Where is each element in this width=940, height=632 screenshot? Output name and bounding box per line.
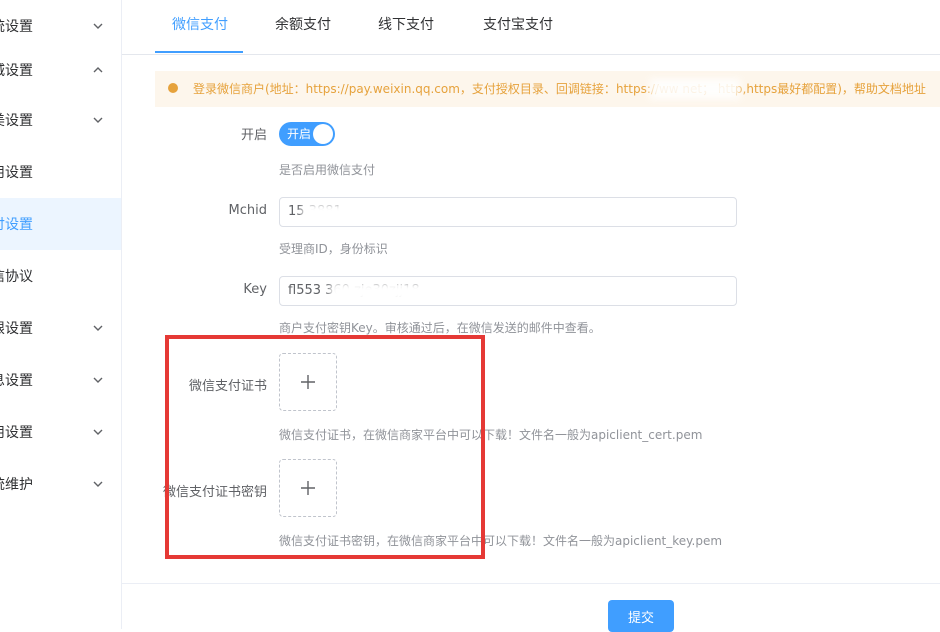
tab-offline-pay[interactable]: 线下支付 bbox=[378, 0, 434, 54]
key-hint: 商户支付密钥Key。审核通过后，在微信发送的邮件中查看。 bbox=[279, 321, 601, 335]
plus-icon bbox=[301, 375, 315, 389]
sidebar-item-maintenance[interactable]: 统维护 bbox=[0, 458, 121, 510]
sidebar-item-agreement[interactable]: 信协议 bbox=[0, 250, 121, 302]
key-label: Key bbox=[243, 282, 267, 297]
form-footer: 提交 bbox=[122, 583, 940, 632]
switch-knob bbox=[313, 124, 333, 144]
chevron-up-icon bbox=[93, 67, 103, 73]
sidebar-item-label: 信协议 bbox=[0, 269, 33, 285]
redacted-region bbox=[302, 204, 356, 222]
enable-switch[interactable]: 开启 bbox=[279, 122, 335, 146]
redacted-region bbox=[330, 283, 440, 301]
sidebar-item-label: 统维护 bbox=[0, 477, 33, 493]
tab-balance-pay[interactable]: 余额支付 bbox=[275, 0, 331, 54]
tab-wechat-pay[interactable]: 微信支付 bbox=[172, 0, 228, 54]
sidebar-item-label: 美设置 bbox=[0, 113, 33, 129]
sidebar: 统设置 城设置 美设置 用设置 付设置 信协议 限设置 息设置 用设置 统维护 bbox=[0, 0, 122, 629]
info-alert: 登录微信商户(地址：https://pay.weixin.qq.com，支付授权… bbox=[155, 71, 940, 107]
cert-key-hint: 微信支付证书密钥，在微信商家平台中可以下载！文件名一般为apiclient_ke… bbox=[279, 534, 723, 548]
chevron-down-icon bbox=[93, 481, 103, 487]
mchid-label: Mchid bbox=[228, 203, 267, 218]
payment-tabs: 微信支付 余额支付 线下支付 支付宝支付 bbox=[122, 0, 940, 55]
sidebar-item-label: 城设置 bbox=[0, 63, 33, 79]
sidebar-item-app[interactable]: 用设置 bbox=[0, 146, 121, 198]
sidebar-item-style[interactable]: 美设置 bbox=[0, 94, 121, 146]
sidebar-item-permission[interactable]: 限设置 bbox=[0, 302, 121, 354]
tab-alipay[interactable]: 支付宝支付 bbox=[483, 0, 553, 54]
mchid-input[interactable]: 15 3881 bbox=[279, 197, 737, 227]
chevron-down-icon bbox=[93, 325, 103, 331]
plus-icon bbox=[301, 481, 315, 495]
main-content: 微信支付 余额支付 线下支付 支付宝支付 登录微信商户(地址：https://p… bbox=[122, 0, 940, 632]
sidebar-item-payment[interactable]: 付设置 bbox=[0, 198, 121, 250]
mchid-hint: 受理商ID，身份标识 bbox=[279, 242, 388, 256]
sidebar-item-label: 限设置 bbox=[0, 321, 33, 337]
redacted-region bbox=[650, 79, 740, 99]
chevron-down-icon bbox=[93, 377, 103, 383]
cert-upload[interactable] bbox=[279, 353, 337, 411]
sidebar-item-message[interactable]: 息设置 bbox=[0, 354, 121, 406]
submit-button[interactable]: 提交 bbox=[608, 600, 674, 632]
warning-dot-icon bbox=[168, 83, 178, 93]
cert-key-upload[interactable] bbox=[279, 459, 337, 517]
active-tab-indicator bbox=[155, 51, 243, 53]
cert-key-label: 微信支付证书密钥 bbox=[162, 485, 267, 500]
chevron-down-icon bbox=[93, 429, 103, 435]
sidebar-item-label: 付设置 bbox=[0, 217, 33, 233]
chevron-down-icon bbox=[93, 117, 103, 123]
chevron-down-icon bbox=[93, 23, 103, 29]
sidebar-item-label: 用设置 bbox=[0, 165, 33, 181]
enable-hint: 是否启用微信支付 bbox=[279, 163, 376, 177]
cert-label: 微信支付证书 bbox=[188, 379, 267, 394]
sidebar-item-label: 息设置 bbox=[0, 373, 33, 389]
cert-hint: 微信支付证书，在微信商家平台中可以下载！文件名一般为apiclient_cert… bbox=[279, 428, 703, 442]
sidebar-item-usage[interactable]: 用设置 bbox=[0, 406, 121, 458]
key-input[interactable]: fl553 360 zje30zjj18 bbox=[279, 276, 737, 306]
sidebar-item-label: 用设置 bbox=[0, 425, 33, 441]
enable-label: 开启 bbox=[240, 128, 267, 143]
switch-text: 开启 bbox=[287, 127, 312, 141]
sidebar-item-mall[interactable]: 城设置 bbox=[0, 44, 121, 96]
alert-text: 登录微信商户(地址：https://pay.weixin.qq.com，支付授权… bbox=[193, 82, 926, 96]
sidebar-item-label: 统设置 bbox=[0, 19, 33, 35]
